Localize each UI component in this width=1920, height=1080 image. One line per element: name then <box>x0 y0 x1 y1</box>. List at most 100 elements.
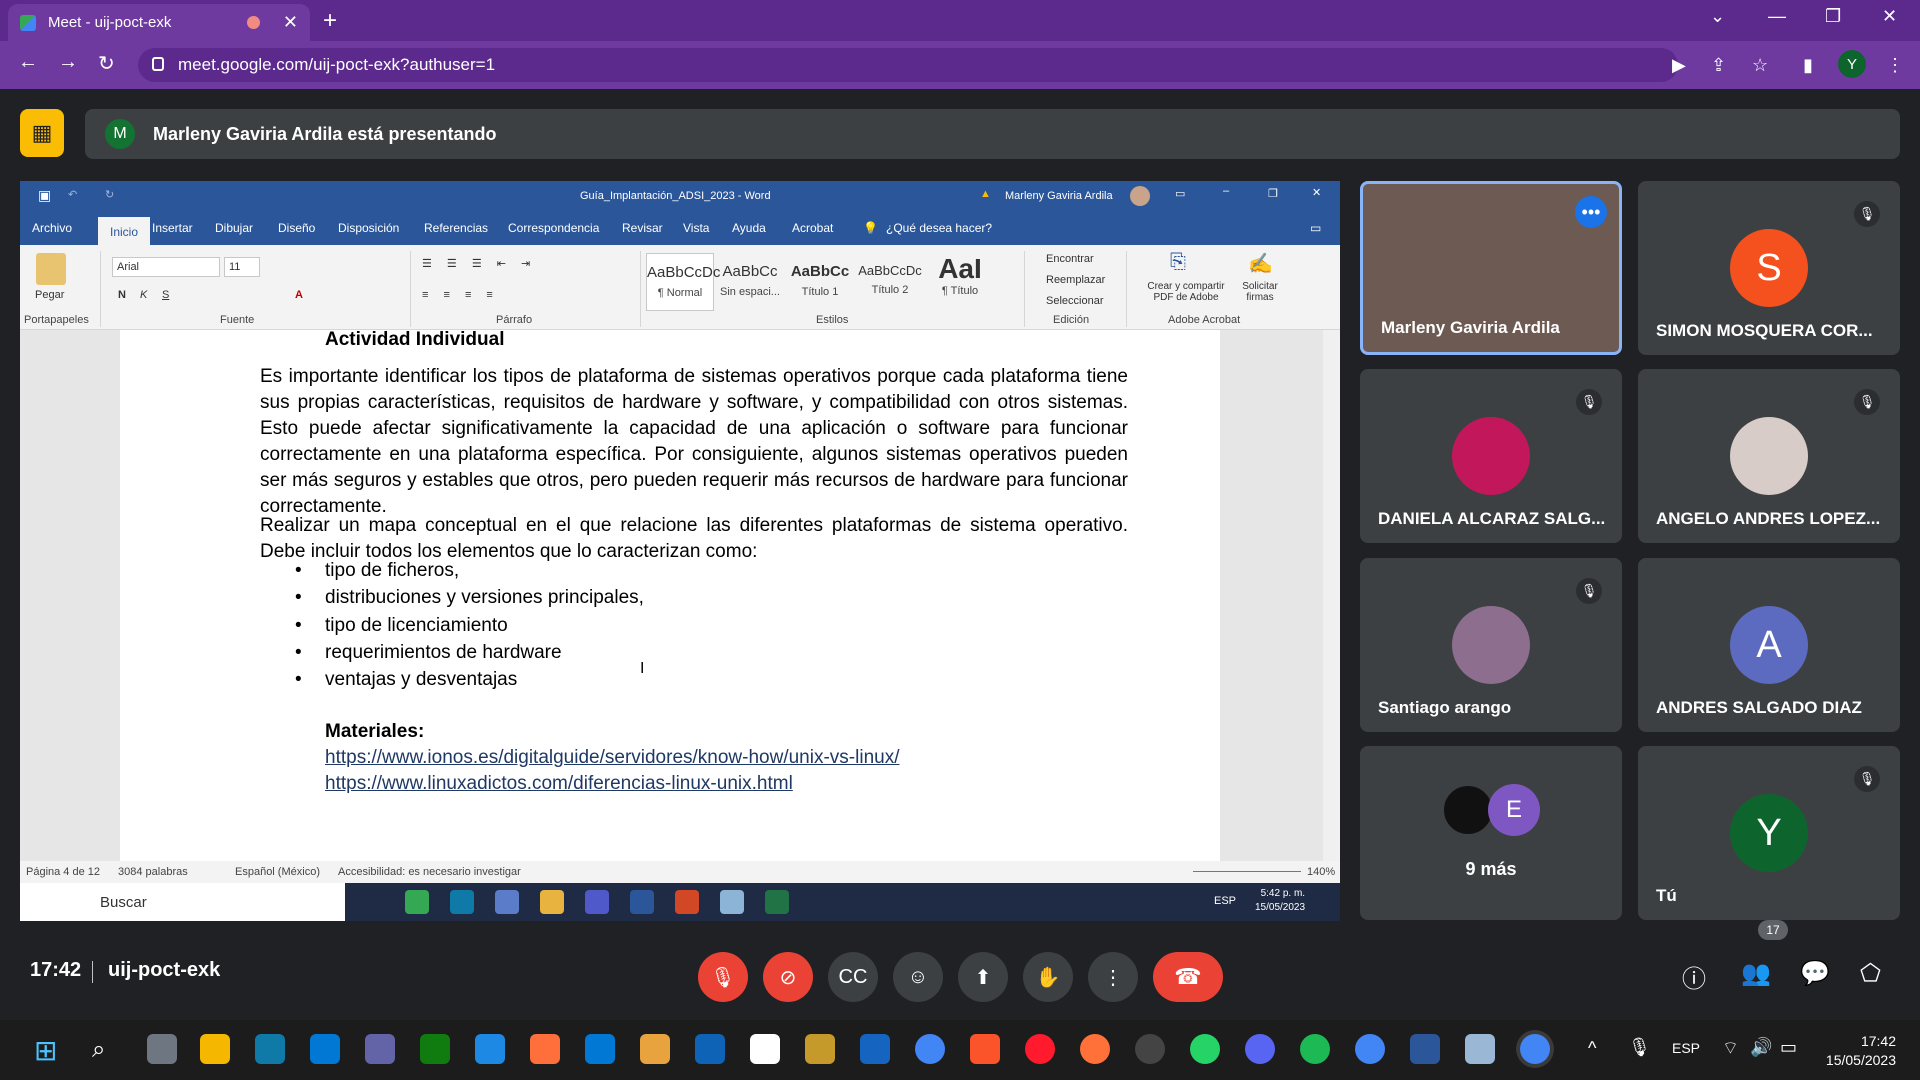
search-icon[interactable]: ⌕ <box>92 1036 105 1064</box>
firefox-icon[interactable] <box>1080 1034 1110 1064</box>
app-icon[interactable] <box>695 1034 725 1064</box>
doc-link: https://www.linuxadictos.com/diferencias… <box>325 773 793 794</box>
omnibox[interactable]: meet.google.com/uij-poct-exk?authuser=1 <box>138 48 1678 82</box>
app-icon[interactable] <box>860 1034 890 1064</box>
camera-icon[interactable]: ▶ <box>1672 55 1686 76</box>
teams-icon[interactable] <box>365 1034 395 1064</box>
word-tab-active: Inicio <box>98 217 151 245</box>
wifi-icon[interactable]: ⌔ <box>1722 1037 1739 1060</box>
spotify-icon[interactable] <box>1300 1034 1330 1064</box>
word-ribbon: Pegar Portapapeles Arial 11 N K S A Fuen… <box>20 245 1340 330</box>
os-lang[interactable]: ESP <box>1672 1040 1700 1056</box>
app-icon[interactable] <box>805 1034 835 1064</box>
doc-materials-label: Materiales: <box>325 721 425 742</box>
tell-me: ¿Qué desea hacer? <box>886 221 993 235</box>
new-tab-button[interactable]: + <box>323 7 337 35</box>
tray-mic-icon[interactable]: 🎙 <box>1628 1037 1651 1058</box>
chrome-active-icon[interactable] <box>1520 1034 1550 1064</box>
menu-icon[interactable]: ⋮ <box>1886 55 1904 76</box>
forward-button[interactable]: → <box>58 51 78 74</box>
edge-icon[interactable] <box>255 1034 285 1064</box>
group-editing: Edición <box>1053 314 1090 326</box>
word-tab: Dibujar <box>215 221 254 235</box>
maximize-button[interactable]: ❐ <box>1825 6 1841 27</box>
lightbulb-icon: 💡 <box>863 221 878 235</box>
sublime-icon[interactable] <box>640 1034 670 1064</box>
browser-tab[interactable]: Meet - uij-poct-exk ✕ <box>8 4 310 41</box>
vscode-icon[interactable] <box>585 1034 615 1064</box>
participant-tile-active-speaker[interactable]: ••• Marleny Gaviria Ardila <box>1360 181 1622 355</box>
reactions-button[interactable]: ☺ <box>893 952 943 1002</box>
opera-icon[interactable] <box>1025 1034 1055 1064</box>
more-options-button[interactable]: ⋮ <box>1088 952 1138 1002</box>
participant-tile[interactable]: 🎙 Santiago arango <box>1360 558 1622 732</box>
vertical-scrollbar <box>1323 330 1340 861</box>
windows-start-icon[interactable]: ⊞ <box>34 1034 57 1067</box>
sidepanel-icon[interactable]: ▮ <box>1803 55 1813 76</box>
file-explorer-icon[interactable] <box>200 1034 230 1064</box>
xbox-icon[interactable] <box>420 1034 450 1064</box>
os-clock[interactable]: 17:42 15/05/2023 <box>1826 1032 1896 1070</box>
tab-search-icon[interactable]: ⌄ <box>1710 6 1725 27</box>
close-tab-icon[interactable]: ✕ <box>283 12 298 33</box>
raise-hand-button[interactable]: ✋ <box>1023 952 1073 1002</box>
battery-icon[interactable]: ▭ <box>1780 1037 1797 1058</box>
doc-bullet: tipo de ficheros, <box>295 558 459 584</box>
obs-icon[interactable] <box>1135 1034 1165 1064</box>
discord-icon[interactable] <box>1245 1034 1275 1064</box>
app-icon[interactable] <box>750 1034 780 1064</box>
doc-bullet: tipo de licenciamiento <box>295 613 508 639</box>
camera-toggle-button[interactable]: ⊘ <box>763 952 813 1002</box>
people-icon[interactable]: 👥 <box>1741 959 1771 988</box>
close-window-button[interactable]: ✕ <box>1882 6 1897 27</box>
mic-toggle-button[interactable]: 🎙 <box>698 952 748 1002</box>
files-app-icon <box>540 890 564 914</box>
task-view-icon[interactable] <box>147 1034 177 1064</box>
whatsapp-icon[interactable] <box>1190 1034 1220 1064</box>
captions-button[interactable]: CC <box>828 952 878 1002</box>
participant-tile[interactable]: 🎙 S SIMON MOSQUERA COR... <box>1638 181 1900 355</box>
participant-tile[interactable]: 🎙 DANIELA ALCARAZ SALG... <box>1360 369 1622 543</box>
paste-icon <box>36 253 66 285</box>
redo-icon: ↻ <box>105 189 115 201</box>
app-icon[interactable] <box>530 1034 560 1064</box>
brave-icon[interactable] <box>970 1034 1000 1064</box>
chrome-profile-icon[interactable] <box>1355 1034 1385 1064</box>
activities-icon[interactable]: ⬠ <box>1860 959 1881 988</box>
presenter-avatar: M <box>105 119 135 149</box>
word-tab: Revisar <box>622 221 663 235</box>
app-icon[interactable] <box>1465 1034 1495 1064</box>
volume-icon[interactable]: 🔊 <box>1750 1037 1772 1058</box>
participant-tile[interactable]: A ANDRES SALGADO DIAZ <box>1638 558 1900 732</box>
more-participants-tile[interactable]: E 9 más <box>1360 746 1622 920</box>
style-heading-2: AaBbCcDc Título 2 <box>858 263 922 296</box>
participant-tile[interactable]: 🎙 ANGELO ANDRES LOPEZ... <box>1638 369 1900 543</box>
self-tile[interactable]: 🎙 Y Tú <box>1638 746 1900 920</box>
find-button: Encontrar <box>1046 253 1094 265</box>
reload-button[interactable]: ↻ <box>98 51 115 76</box>
save-icon: ▣ <box>38 187 52 203</box>
self-avatar: Y <box>1730 794 1808 872</box>
share-icon[interactable]: ⇪ <box>1711 55 1726 76</box>
back-button[interactable]: ← <box>18 51 38 74</box>
meeting-info-icon[interactable]: ⓘ <box>1682 959 1706 994</box>
select-button: Seleccionar <box>1046 295 1104 307</box>
presentation-icon[interactable]: ▦ <box>20 109 64 157</box>
bookmark-star-icon[interactable]: ☆ <box>1752 55 1768 76</box>
word-icon[interactable] <box>1410 1034 1440 1064</box>
chrome-icon[interactable] <box>915 1034 945 1064</box>
mic-off-icon: 🎙 <box>1854 389 1880 415</box>
minimize-button[interactable]: — <box>1768 6 1786 27</box>
chat-icon[interactable]: 💬 <box>1800 959 1830 988</box>
teams-app-icon <box>585 890 609 914</box>
store-icon[interactable] <box>310 1034 340 1064</box>
end-call-button[interactable]: ☎ <box>1153 952 1223 1002</box>
notes-icon[interactable] <box>475 1034 505 1064</box>
presenting-banner: M Marleny Gaviria Ardila está presentand… <box>85 109 1900 159</box>
word-app-icon <box>630 890 654 914</box>
more-options-icon[interactable]: ••• <box>1575 196 1607 228</box>
tray-chevron-icon[interactable]: ^ <box>1588 1038 1596 1059</box>
present-button[interactable]: ⬆ <box>958 952 1008 1002</box>
word-maximize-icon: ❐ <box>1268 188 1278 200</box>
profile-avatar[interactable]: Y <box>1838 50 1866 78</box>
